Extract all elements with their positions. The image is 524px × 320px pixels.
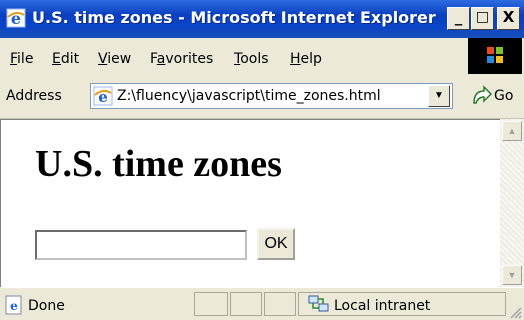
menu-help-accesskey: H: [290, 51, 301, 67]
browser-window: e U.S. time zones - Microsoft Internet E…: [0, 0, 524, 320]
menu-file-label: ile: [17, 51, 34, 67]
status-bar: e Done Local intranet: [0, 287, 524, 320]
maximize-icon: □: [475, 9, 490, 25]
page-heading: U.S. time zones: [35, 143, 282, 185]
close-icon: X: [502, 8, 515, 26]
vertical-scrollbar[interactable]: ▲ ▼: [500, 119, 524, 287]
scroll-up-button[interactable]: ▲: [502, 121, 522, 141]
menu-edit-label: dit: [60, 51, 80, 67]
ok-button[interactable]: OK: [257, 228, 295, 260]
svg-text:e: e: [11, 9, 21, 28]
title-bar[interactable]: e U.S. time zones - Microsoft Internet E…: [0, 0, 524, 38]
menu-bar: File Edit View Favorites Tools Help: [0, 38, 524, 75]
go-button[interactable]: Go: [468, 83, 522, 109]
menu-tools[interactable]: Tools: [234, 51, 269, 67]
menu-file-accesskey: F: [10, 51, 18, 67]
scroll-up-icon: ▲: [507, 126, 517, 136]
address-label: Address: [6, 88, 62, 104]
zone-label: Local intranet: [334, 298, 431, 314]
menu-view-accesskey: V: [98, 51, 108, 67]
menu-favorites[interactable]: Favorites: [150, 51, 213, 67]
menu-edit-accesskey: E: [52, 51, 61, 67]
menu-help-label: elp: [300, 51, 322, 67]
menu-help[interactable]: Help: [290, 51, 322, 67]
menu-favorites-label: vorites: [165, 51, 214, 67]
minimize-icon: _: [454, 8, 463, 26]
go-label: Go: [494, 88, 514, 104]
local-intranet-icon: [308, 295, 329, 312]
address-dropdown-button[interactable]: ▼: [428, 85, 450, 107]
internet-explorer-icon: e: [6, 8, 26, 28]
windows-logo-throbber: [468, 38, 522, 74]
close-button[interactable]: X: [497, 7, 520, 30]
address-url: Z:\fluency\javascript\time_zones.html: [117, 88, 381, 104]
svg-text:e: e: [10, 299, 18, 313]
menu-edit[interactable]: Edit: [52, 51, 79, 67]
menu-favorites-prefix: F: [150, 51, 157, 67]
page-content: U.S. time zones OK: [0, 119, 500, 287]
windows-flag-icon: [487, 47, 503, 63]
ok-button-label: OK: [264, 235, 288, 252]
address-bar: Address e Z:\fluency\javascript\time_zon…: [0, 74, 524, 119]
status-panel: [194, 292, 228, 316]
menu-tools-label: ools: [240, 51, 269, 67]
go-arrow-icon: [473, 85, 493, 104]
status-panel: [230, 292, 262, 316]
menu-view[interactable]: View: [98, 51, 131, 67]
menu-file[interactable]: File: [10, 51, 33, 67]
status-panel: [264, 292, 296, 316]
scroll-down-button[interactable]: ▼: [502, 265, 522, 285]
menu-view-label: iew: [107, 51, 132, 67]
status-text: Done: [28, 298, 65, 314]
scroll-down-icon: ▼: [507, 270, 517, 280]
time-zone-input[interactable]: [35, 230, 247, 260]
chevron-down-icon: ▼: [434, 90, 444, 101]
maximize-button[interactable]: □: [471, 7, 494, 30]
address-input[interactable]: e Z:\fluency\javascript\time_zones.html: [90, 83, 453, 109]
window-title: U.S. time zones - Microsoft Internet Exp…: [32, 8, 436, 27]
minimize-button[interactable]: _: [447, 7, 470, 30]
resize-grip-icon[interactable]: [508, 305, 522, 319]
ie-page-icon: e: [93, 86, 113, 106]
page-done-icon: e: [5, 295, 22, 315]
